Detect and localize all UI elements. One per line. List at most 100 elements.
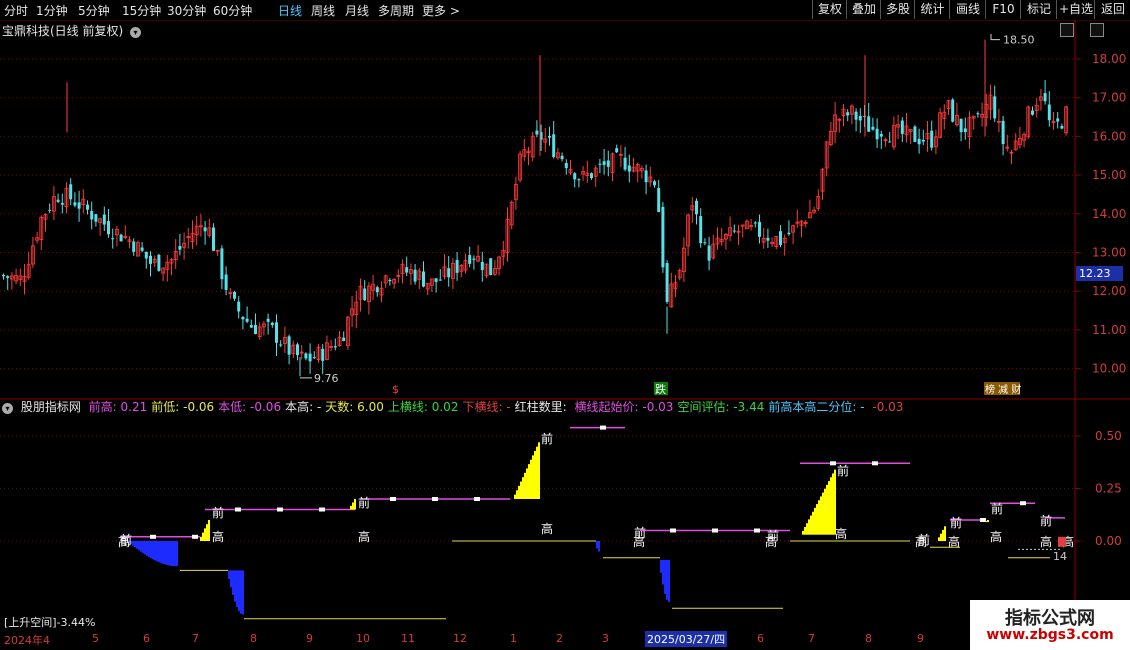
candle-body	[913, 126, 917, 142]
candle-body	[1060, 126, 1064, 129]
high-marker-line	[990, 33, 1000, 41]
toolbar-button-1[interactable]: 叠加	[846, 0, 881, 19]
tab-timeframe-0[interactable]: 分时	[4, 2, 28, 19]
tab-timeframe-9[interactable]: 多周期	[378, 2, 414, 19]
toolbar-button-6[interactable]: 标记	[1020, 0, 1057, 19]
candle-body	[732, 230, 736, 232]
yellow-bar	[530, 459, 532, 499]
toolbar-button-3[interactable]: 统计	[914, 0, 950, 19]
candle-body	[422, 271, 425, 287]
toolbar-button-5[interactable]: F10	[985, 0, 1021, 19]
tab-timeframe-7[interactable]: 周线	[311, 2, 335, 19]
blue-bar	[158, 541, 160, 563]
indicator-chart[interactable]: 1.000.750.500.250.00高高高高高高高高高高高高前前前前前前前前…	[0, 400, 1130, 632]
level-dot	[192, 534, 198, 539]
candle-body	[779, 231, 782, 245]
tab-timeframe-1[interactable]: 1分钟	[36, 2, 68, 19]
candle-body	[602, 161, 606, 165]
yellow-bar	[200, 536, 202, 541]
candle-body	[665, 263, 669, 302]
yellow-bar	[204, 528, 206, 541]
yellow-bar	[940, 533, 942, 541]
yellow-bar	[830, 477, 832, 535]
candle-body	[245, 318, 249, 322]
blue-bar	[166, 541, 168, 565]
price-tick-label: 17.00	[1092, 91, 1126, 105]
date-tick-14: 6	[757, 632, 764, 645]
candle-body	[1031, 110, 1034, 115]
candle-body	[144, 251, 148, 259]
tab-timeframe-4[interactable]: 30分钟	[167, 2, 206, 19]
date-tick-7: 11	[401, 632, 415, 645]
candle-body	[472, 258, 476, 260]
candle-body	[598, 163, 602, 165]
candle-body	[930, 130, 934, 148]
tab-timeframe-8[interactable]: 月线	[345, 2, 369, 19]
red-marker	[1058, 536, 1066, 547]
yellow-bar	[832, 473, 834, 535]
toolbar-button-4[interactable]: 画线	[949, 0, 986, 19]
blue-bar	[160, 541, 162, 564]
yellow-bar	[802, 530, 804, 535]
last-price-tag: 12.23	[1076, 266, 1123, 281]
yellow-bar	[818, 500, 820, 535]
low-marker-label: 9.76	[314, 372, 339, 385]
candles	[2, 39, 1068, 377]
candle-body	[149, 255, 152, 264]
yellow-bar	[810, 515, 812, 535]
tab-timeframe-3[interactable]: 15分钟	[122, 2, 161, 19]
blue-bar	[242, 570, 244, 615]
blue-bar	[236, 570, 238, 608]
label-prev: 前	[541, 431, 553, 446]
level-dot	[872, 461, 878, 466]
yellow-bar	[826, 484, 828, 535]
blue-bar	[132, 541, 134, 546]
label-high: 高	[948, 534, 960, 549]
candle-body	[871, 126, 875, 130]
ind-tick-label: 0.50	[1095, 429, 1122, 443]
candle-body	[296, 344, 299, 356]
yellow-bar	[202, 532, 204, 541]
yellow-bar	[522, 477, 524, 499]
toolbar-button-0[interactable]: 复权	[812, 0, 847, 19]
toolbar-button-7[interactable]: +自选	[1056, 0, 1095, 19]
toolbar-button-2[interactable]: 多股	[880, 0, 915, 19]
date-tick-15: 7	[808, 632, 815, 645]
candle-body	[699, 216, 703, 244]
small-number: 14	[1053, 550, 1067, 563]
yellow-bar	[824, 488, 826, 535]
yellow-bar	[806, 523, 808, 535]
price-tick-label: 11.00	[1092, 323, 1126, 337]
candle-body	[963, 128, 967, 133]
blue-bar	[174, 541, 176, 567]
tab-timeframe-6[interactable]: 日线	[278, 2, 302, 19]
yellow-bar	[516, 490, 518, 499]
yellow-bar	[208, 520, 210, 541]
blue-bar	[144, 541, 146, 555]
candle-body	[333, 346, 337, 348]
candle-body	[77, 202, 81, 209]
yellow-bar	[520, 481, 522, 499]
yellow-bar	[352, 502, 354, 510]
tab-timeframe-2[interactable]: 5分钟	[78, 2, 110, 19]
candle-body	[854, 111, 858, 120]
yellow-bar	[942, 529, 944, 541]
candle-body	[867, 116, 871, 132]
candle-body	[879, 133, 883, 137]
yellow-bar	[206, 524, 208, 541]
toolbar-button-8[interactable]: 返回	[1094, 0, 1130, 19]
candle-body	[342, 337, 346, 342]
blue-bar	[146, 541, 148, 556]
candle-body	[254, 324, 257, 335]
yellow-bar	[514, 494, 516, 499]
tab-timeframe-5[interactable]: 60分钟	[213, 2, 252, 19]
label-prev: 前	[991, 501, 1003, 516]
candlestick-chart[interactable]: 18.00 17.00 16.00 15.00 14.00 13.00 12.00 11.00…	[0, 20, 1130, 400]
blue-bar	[596, 541, 598, 549]
blue-bar	[598, 541, 600, 552]
date-tick-9: 1	[510, 632, 517, 645]
tab-timeframe-10[interactable]: 更多 >	[422, 2, 460, 19]
date-tick-0: 2024年4	[4, 634, 50, 647]
candle-body	[249, 324, 253, 328]
date-tick-2: 6	[143, 632, 150, 645]
